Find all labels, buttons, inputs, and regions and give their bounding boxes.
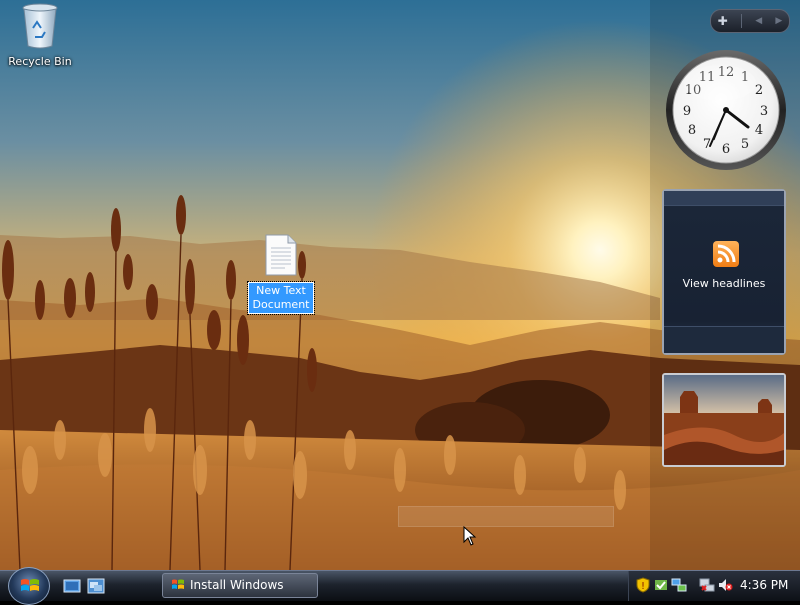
- next-page-icon[interactable]: ▶: [775, 16, 782, 26]
- taskbar-button-label: Install Windows: [190, 578, 284, 592]
- windows-setup-icon: [172, 579, 184, 589]
- sidebar-controls: ✚ ◀ ▶: [710, 9, 790, 33]
- text-document-icon: [265, 234, 297, 276]
- windows-logo-icon: [21, 579, 39, 591]
- gadget-bottom-bar: [664, 326, 784, 353]
- add-gadget-icon[interactable]: ✚: [718, 14, 728, 28]
- taskbar-clock[interactable]: 4:36 PM: [740, 578, 788, 592]
- svg-text:4: 4: [755, 123, 763, 138]
- svg-text:6: 6: [722, 142, 730, 157]
- feed-headlines-gadget[interactable]: View headlines: [662, 189, 786, 355]
- previous-page-icon[interactable]: ◀: [755, 16, 762, 26]
- divider: [740, 14, 742, 28]
- clock-gadget[interactable]: 12 1 2 3 4 5 6 7 8 9 10 11: [662, 48, 790, 172]
- svg-text:8: 8: [688, 123, 696, 138]
- desktop-icon-label: Recycle Bin: [8, 55, 72, 68]
- network-disconnected-icon[interactable]: [699, 577, 715, 593]
- start-button[interactable]: [8, 567, 50, 605]
- recycle-bin-icon: [22, 3, 58, 49]
- show-desktop-icon[interactable]: [63, 578, 81, 594]
- mouse-cursor-icon: [463, 526, 477, 546]
- monument-valley-photo: [664, 375, 784, 465]
- volume-muted-icon[interactable]: [717, 577, 733, 593]
- windows-security-icon[interactable]: !: [635, 577, 651, 593]
- update-icon[interactable]: [653, 577, 669, 593]
- desktop-icon-recycle-bin[interactable]: Recycle Bin: [4, 2, 76, 68]
- desktop-icon-label-selected: New Text Document: [247, 281, 315, 315]
- faint-overlay-bar: [398, 506, 614, 527]
- network-icon[interactable]: [671, 577, 687, 593]
- taskbar-button-install-windows[interactable]: Install Windows: [162, 573, 318, 598]
- svg-text:!: !: [641, 581, 645, 592]
- taskbar: Install Windows ! 4:36 PM: [0, 567, 800, 605]
- slideshow-gadget[interactable]: [662, 373, 786, 467]
- view-headlines-link[interactable]: View headlines: [664, 277, 784, 290]
- rss-feed-icon: [713, 241, 739, 267]
- desktop-icon-new-text-document[interactable]: New Text Document: [244, 233, 318, 315]
- svg-text:9: 9: [683, 104, 691, 119]
- gadget-top-bar: [664, 191, 784, 206]
- switch-windows-icon[interactable]: [87, 578, 105, 594]
- svg-text:3: 3: [760, 104, 768, 119]
- svg-text:5: 5: [741, 137, 749, 152]
- svg-text:2: 2: [755, 83, 763, 98]
